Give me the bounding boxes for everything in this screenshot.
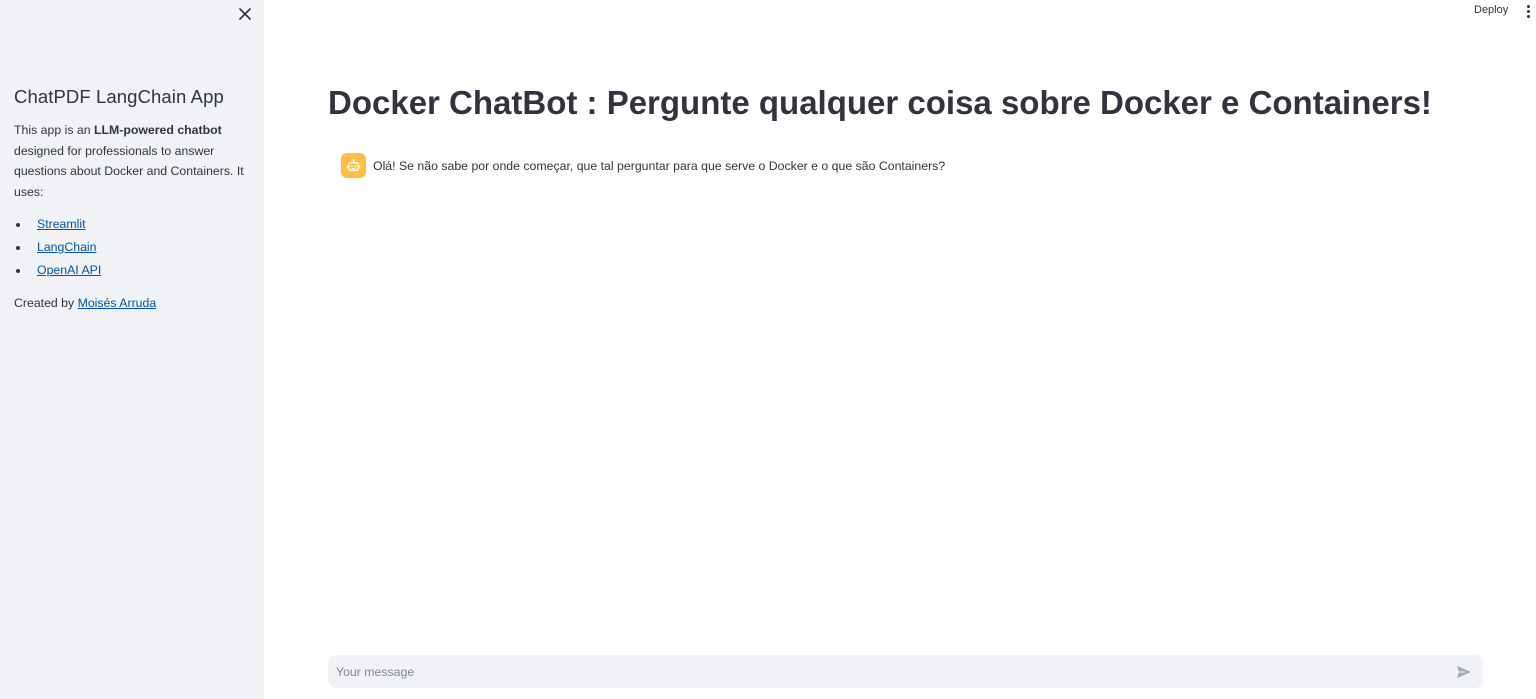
- close-icon: [239, 8, 251, 20]
- sidebar-desc-bold: LLM-powered chatbot: [93, 123, 222, 137]
- sidebar-desc-prefix: This app is an: [14, 123, 94, 137]
- sidebar-tech-list: Streamlit LangChain OpenAI API: [14, 213, 250, 282]
- kebab-menu-icon: [1526, 4, 1530, 8]
- send-icon: [1457, 665, 1471, 678]
- sidebar: ChatPDF LangChain App This app is an LLM…: [0, 0, 264, 699]
- chat-input-container: [328, 655, 1483, 688]
- bot-icon: [346, 159, 361, 171]
- chat-input[interactable]: [336, 664, 1453, 679]
- page-title: Docker ChatBot : Pergunte qualquer coisa…: [328, 84, 1432, 121]
- sidebar-title: ChatPDF LangChain App: [14, 86, 224, 107]
- sidebar-description: This app is an LLM-powered chatbot desig…: [14, 120, 250, 202]
- avatar: [341, 153, 366, 178]
- langchain-link[interactable]: LangChain: [37, 240, 97, 254]
- chat-message-assistant: Olá! Se não sabe por onde começar, que t…: [341, 153, 945, 178]
- list-item: Streamlit: [14, 213, 250, 236]
- send-button[interactable]: [1453, 661, 1475, 683]
- deploy-button[interactable]: Deploy: [1468, 3, 1514, 17]
- sidebar-desc-suffix: designed for professionals to answer que…: [14, 143, 244, 199]
- main-menu-button[interactable]: [1522, 3, 1534, 19]
- list-item: LangChain: [14, 236, 250, 259]
- sidebar-content: ChatPDF LangChain App This app is an LLM…: [14, 86, 250, 313]
- chat-message-text: Olá! Se não sabe por onde começar, que t…: [373, 158, 946, 173]
- author-link[interactable]: Moisés Arruda: [78, 296, 157, 310]
- created-by: Created by Moisés Arruda: [14, 293, 250, 313]
- openai-api-link[interactable]: OpenAI API: [37, 263, 101, 277]
- list-item: OpenAI API: [14, 259, 250, 282]
- created-by-prefix: Created by: [14, 296, 78, 310]
- close-sidebar-button[interactable]: [235, 4, 255, 24]
- streamlit-link[interactable]: Streamlit: [37, 217, 86, 231]
